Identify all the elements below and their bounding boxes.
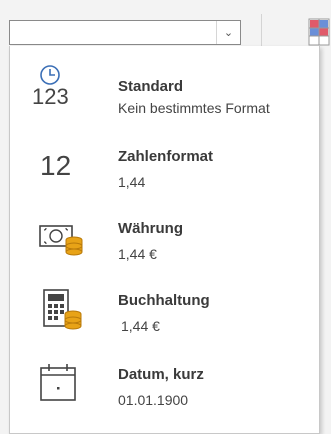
format-desc: 01.01.1900 xyxy=(118,392,189,408)
calculator-coins-icon xyxy=(43,289,82,330)
currency-coins-icon xyxy=(39,225,83,256)
format-option-currency[interactable]: Währung 1,44 € xyxy=(10,206,319,280)
format-desc: 1,44 xyxy=(118,174,146,190)
dropdown-button[interactable]: ⌄ xyxy=(216,21,240,44)
calendar-icon xyxy=(40,364,76,401)
format-desc: 1,44 € xyxy=(118,246,157,262)
format-title: Standard xyxy=(118,78,184,95)
number-12-icon: 12 xyxy=(40,150,72,181)
format-option-number[interactable]: 12 Zahlenformat 1,44 xyxy=(10,134,319,208)
format-title: Zahlenformat xyxy=(118,148,214,165)
number-format-dropdown: 123 Standard Kein bestimmtes Format 12 Z… xyxy=(9,46,320,434)
conditional-format-icon[interactable] xyxy=(308,18,330,46)
chevron-down-icon: ⌄ xyxy=(223,27,234,39)
sheet-edge-left xyxy=(0,52,9,434)
number-format-combobox[interactable]: ⌄ xyxy=(9,20,241,45)
format-option-standard[interactable]: 123 Standard Kein bestimmtes Format xyxy=(10,60,319,134)
format-desc: Kein bestimmtes Format xyxy=(118,100,270,116)
format-title: Buchhaltung xyxy=(118,292,210,309)
format-option-short-date[interactable]: Datum, kurz 01.01.1900 xyxy=(10,350,319,424)
icon-digits: 123 xyxy=(32,84,69,109)
format-desc: 1,44 € xyxy=(121,318,160,334)
sheet-edge-right xyxy=(320,52,331,434)
format-title: Währung xyxy=(118,220,183,237)
number-format-input[interactable] xyxy=(10,21,215,44)
format-option-accounting[interactable]: Buchhaltung 1,44 € xyxy=(10,278,319,352)
format-title: Datum, kurz xyxy=(118,366,204,383)
